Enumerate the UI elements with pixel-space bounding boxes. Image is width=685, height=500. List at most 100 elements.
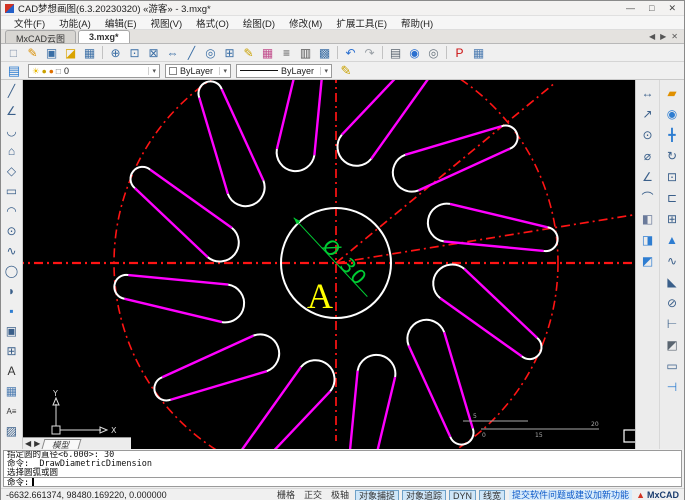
zoom-in-icon[interactable]: ⊕ — [106, 45, 125, 61]
fillet-icon[interactable]: ∿ — [662, 250, 683, 271]
redo-icon[interactable]: ↷ — [360, 45, 379, 61]
slot-outer-arc[interactable] — [153, 376, 171, 402]
draw-ellipse-arc-icon[interactable]: ◗ — [1, 281, 21, 301]
copy-object-icon[interactable]: ▣ — [1, 321, 21, 341]
feedback-link[interactable]: 提交软件问题或建议加新功能 — [509, 489, 633, 500]
box-3d-icon[interactable]: ◩ — [662, 334, 683, 355]
slot-inner-arc[interactable] — [406, 318, 446, 346]
menu-item[interactable]: 功能(A) — [52, 16, 98, 30]
slot-side-line[interactable] — [261, 390, 331, 449]
slot-inner-arc[interactable] — [221, 283, 245, 324]
slot-side-line[interactable] — [241, 366, 302, 449]
draw-polyline-icon[interactable]: ∠ — [1, 101, 21, 121]
tab-scroll-right-button[interactable]: ▶ — [660, 32, 666, 41]
offset-icon[interactable]: ⊏ — [662, 187, 683, 208]
text-format-icon[interactable]: ≡ — [277, 45, 296, 61]
toggle-lineweight[interactable]: 线宽 — [479, 489, 506, 500]
slot-inner-arc[interactable] — [356, 353, 397, 378]
slot-outer-arc[interactable] — [449, 428, 475, 446]
slot-side-line[interactable] — [220, 88, 265, 181]
toggle-grid[interactable]: 栅格 — [274, 490, 298, 500]
save-all-icon[interactable]: ▦ — [80, 45, 99, 61]
minimize-button[interactable]: — — [626, 3, 635, 14]
dim-linear-icon[interactable]: ↔ — [637, 82, 658, 103]
model-tab[interactable]: 模型 — [41, 438, 82, 449]
draw-text-icon[interactable]: A — [1, 361, 21, 381]
block-tool-3-icon[interactable]: ◩ — [637, 250, 658, 271]
slot-side-line[interactable] — [404, 125, 502, 156]
save-style-icon[interactable]: ▩ — [315, 45, 334, 61]
chevron-down-icon[interactable]: ▾ — [148, 66, 156, 75]
dim-radius-icon[interactable]: ⊙ — [637, 124, 658, 145]
print-icon[interactable]: ▤ — [386, 45, 405, 61]
slot-side-line[interactable] — [198, 97, 229, 195]
slot-inner-arc[interactable] — [275, 148, 316, 173]
draw-spline-icon[interactable]: ∿ — [1, 241, 21, 261]
dim-diameter-icon[interactable]: ⌀ — [637, 145, 658, 166]
publish-web-icon[interactable]: ◉ — [405, 45, 424, 61]
slot-side-line[interactable] — [149, 168, 233, 229]
menu-item[interactable]: 绘图(D) — [236, 16, 282, 30]
menu-item[interactable]: 格式(O) — [189, 16, 236, 30]
slot-side-line[interactable] — [348, 370, 359, 449]
dim-arc-length-icon[interactable]: ⌒ — [637, 187, 658, 208]
toggle-dyn[interactable]: DYN — [449, 489, 477, 500]
slot-side-line[interactable] — [372, 376, 397, 449]
measure-icon[interactable]: ╱ — [182, 45, 201, 61]
chevron-down-icon[interactable]: ▾ — [320, 66, 328, 75]
toggle-otrack[interactable]: 对象追踪 — [402, 489, 447, 500]
slot-side-line[interactable] — [417, 147, 511, 192]
zoom-extents-icon[interactable]: ⊠ — [144, 45, 163, 61]
toggle-osnap[interactable]: 对象捕捉 — [354, 489, 399, 500]
slot-side-line[interactable] — [370, 80, 429, 160]
menu-item[interactable]: 修改(M) — [282, 16, 329, 30]
label-a-text[interactable]: A — [307, 276, 333, 316]
open-edit-icon[interactable]: ✎ — [23, 45, 42, 61]
pencil-icon[interactable]: ✎ — [239, 45, 258, 61]
slot-outer-arc[interactable] — [521, 337, 543, 361]
insert-block-icon[interactable]: ⊞ — [1, 341, 21, 361]
slot-side-line[interactable] — [407, 345, 452, 438]
slot-side-line[interactable] — [170, 370, 268, 401]
centerline[interactable] — [335, 81, 557, 264]
command-input-line[interactable]: 命令: — [3, 478, 682, 488]
tab-current-drawing[interactable]: 3.mxg* — [78, 30, 130, 43]
draw-polygon-shape-icon[interactable]: ◇ — [1, 161, 21, 181]
toggle-ortho[interactable]: 正交 — [301, 490, 325, 500]
slot-side-line[interactable] — [463, 267, 538, 339]
slot-inner-arc[interactable] — [336, 134, 372, 167]
erase-icon[interactable]: ▰ — [662, 82, 683, 103]
command-history[interactable]: 指定圆的直径<6.000>: 30 命令: _DrawDiametricDimen… — [3, 450, 682, 478]
export-pdf-icon[interactable]: P — [450, 45, 469, 61]
array-icon[interactable]: ⊞ — [662, 208, 683, 229]
slot-side-line[interactable] — [439, 297, 523, 358]
table-icon[interactable]: ▥ — [296, 45, 315, 61]
rotate-icon[interactable]: ↻ — [662, 145, 683, 166]
draw-line-icon[interactable]: ╱ — [1, 81, 21, 101]
layer-manager-icon[interactable]: ▤ — [5, 63, 23, 79]
layer-plot-icon[interactable]: ● — [49, 66, 54, 75]
chamfer-icon[interactable]: ◣ — [662, 271, 683, 292]
palette-icon[interactable]: ▦ — [258, 45, 277, 61]
tab-mxcad-cloud[interactable]: MxCAD云图 — [5, 30, 76, 44]
menu-item[interactable]: 文件(F) — [7, 16, 52, 30]
layout-scroll-right-button[interactable]: ▶ — [34, 439, 40, 448]
pan-icon[interactable]: ⇔ — [163, 45, 182, 61]
cad-drawing[interactable]: Ø 30A50 1520YX — [22, 80, 635, 449]
slot-inner-arc[interactable] — [207, 227, 240, 263]
move-icon[interactable]: ╋ — [662, 124, 683, 145]
undo-icon[interactable]: ↶ — [341, 45, 360, 61]
centerline[interactable] — [335, 213, 635, 264]
open-folder-icon[interactable]: ◪ — [61, 45, 80, 61]
layer-lock-icon[interactable]: ● — [42, 66, 47, 75]
block-tool-1-icon[interactable]: ◧ — [637, 208, 658, 229]
drawing-canvas[interactable]: Ø 30 A 5 0 15 20 Y X ◀ ▶ 模型 — [22, 80, 635, 449]
slot-side-line[interactable] — [449, 202, 548, 229]
slot-side-line[interactable] — [340, 80, 411, 136]
slot-side-line[interactable] — [128, 273, 229, 286]
layer-visibility-icon[interactable]: ☀ — [32, 66, 40, 75]
insert-image-icon[interactable]: ▦ — [469, 45, 488, 61]
slot-outer-arc[interactable] — [113, 273, 129, 300]
slot-outer-arc[interactable] — [500, 124, 519, 150]
scale-icon[interactable]: ⊡ — [662, 166, 683, 187]
